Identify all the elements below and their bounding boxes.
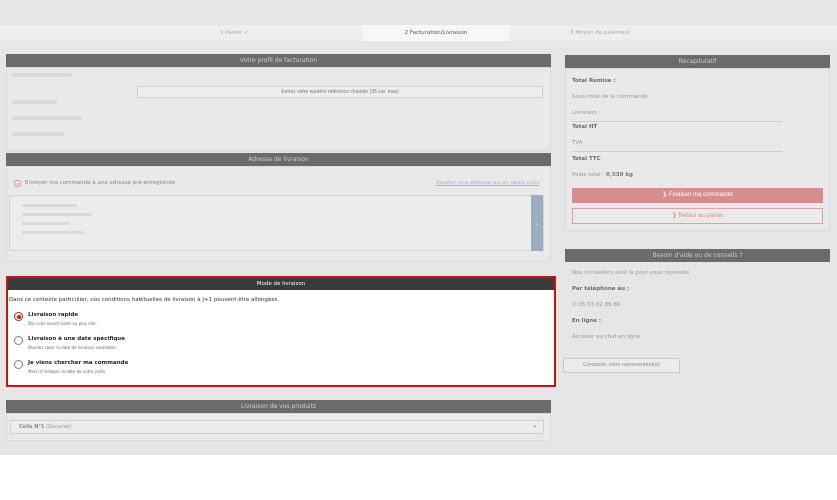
tva-label: TVA (572, 140, 583, 146)
billing-line-placeholder (12, 116, 82, 120)
colis-label: Colis N°1 (19, 424, 45, 430)
finalize-order-button[interactable]: ❯ Finaliser ma commande (572, 188, 823, 203)
poids-label: Poids total : (572, 172, 605, 178)
shipping-intro-text: Dans ce contexte particulier, nos condit… (9, 297, 280, 303)
colis-note: (Sécurisé) (46, 424, 72, 430)
poids-total: Poids total : 0,530 kg (572, 172, 633, 178)
colis-select[interactable]: Colis N°1 (Sécurisé) ▾ (10, 420, 544, 434)
contact-representative-button[interactable]: Contacter votre représentant(e) (563, 358, 680, 373)
summary-header: Récapitulatif (565, 55, 830, 68)
address-line-placeholder (22, 213, 92, 216)
total-remise-label: Total Remise : (572, 78, 616, 84)
shipping-mode-panel: Mode de livraison Dans ce contexte parti… (6, 276, 556, 387)
total-ttc-label: Total TTC (572, 156, 601, 162)
address-line-placeholder (22, 222, 70, 225)
chevron-down-icon: ▾ (533, 424, 536, 430)
address-header: Adresse de livraison (6, 153, 551, 166)
radio-selected-icon[interactable] (14, 312, 23, 321)
products-header: Livraison de vos produits (6, 400, 551, 413)
address-line-placeholder (22, 231, 84, 234)
option-title: Livraison rapide (28, 312, 79, 318)
step-paiement[interactable]: 3 Moyen de paiement (570, 25, 630, 41)
billing-ref-label-placeholder (12, 100, 57, 104)
chevron-down-icon[interactable]: ⌄ (531, 195, 543, 251)
summary-panel (565, 68, 830, 231)
chat-link[interactable]: Accéder au chat en ligne (572, 334, 640, 340)
billing-panel (6, 67, 551, 151)
billing-header: Votre profil de facturation (6, 54, 551, 67)
reference-input[interactable] (137, 86, 543, 98)
option-desc: Veuillez saisir la date de livraison sou… (28, 345, 117, 350)
help-intro: Nos conseillers sont là pour vous répond… (572, 270, 690, 276)
phone-number[interactable]: ✆ 05 53 02 86 86 (572, 302, 620, 308)
billing-profile-placeholder (12, 73, 72, 77)
add-address-link[interactable]: Ajouter une adresse ou un relais colis (436, 180, 539, 186)
back-to-cart-button[interactable]: ❯ Retour au panier (572, 208, 823, 224)
summary-divider (572, 121, 782, 122)
phone-label: Par téléphone au : (572, 286, 630, 292)
option-desc: Vos colis seront livrés au plus vite. (28, 321, 97, 326)
preregistered-address-label: Envoyer ma commande à une adresse pré-en… (25, 180, 176, 186)
step-facturation-livraison[interactable]: 2 Facturation/Livraison (362, 25, 510, 41)
option-title: Je viens chercher ma commande (28, 360, 129, 366)
phone-text: 05 53 02 86 86 (578, 302, 621, 308)
shipping-mode-header: Mode de livraison (8, 278, 554, 290)
online-label: En ligne : (572, 318, 602, 324)
summary-divider (572, 151, 782, 152)
saved-address-list[interactable] (9, 195, 544, 251)
billing-line-placeholder (12, 132, 64, 136)
option-title: Livraison à une date spécifique (28, 336, 125, 342)
address-line-placeholder (22, 204, 77, 207)
help-header: Besoin d'aide ou de conseils ? (565, 249, 830, 262)
step-panier[interactable]: 1 Panier ✓ (220, 25, 249, 41)
livraison-label: Livraison : (572, 110, 601, 116)
radio-icon[interactable] (14, 336, 23, 345)
sous-total-label: Sous-total de la commande : (572, 94, 652, 100)
option-desc: Merci d'indiquer la date de votre visite (28, 369, 106, 374)
checkout-steps: 1 Panier ✓ 2 Facturation/Livraison 3 Moy… (0, 25, 837, 41)
total-ht-label: Total HT (572, 124, 598, 130)
preregistered-address-radio[interactable] (14, 180, 21, 187)
radio-icon[interactable] (14, 360, 23, 369)
poids-value: 0,530 kg (606, 172, 633, 178)
